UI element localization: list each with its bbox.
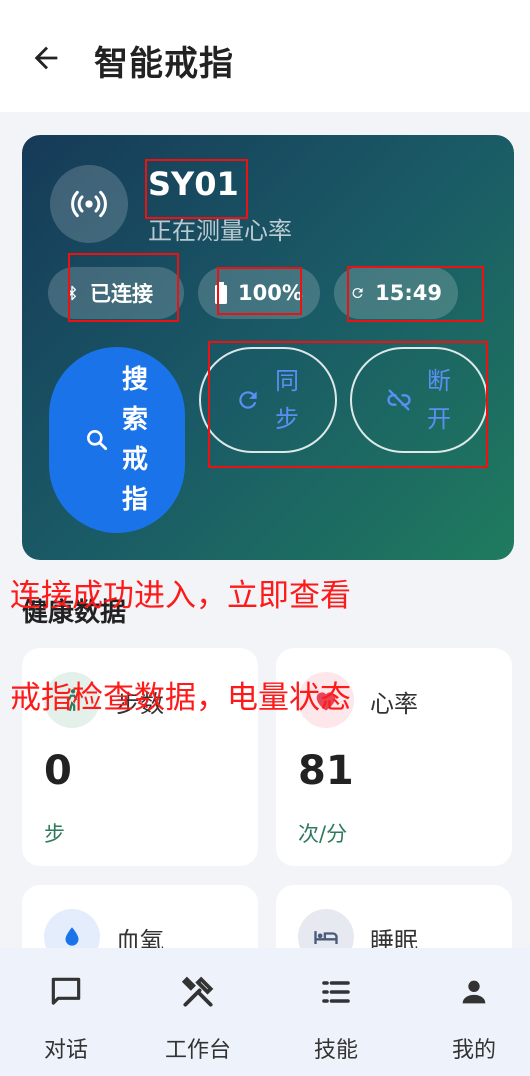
annotation-line-1: 连接成功进入，立即查看 [10,578,351,614]
nav-tab-chat[interactable]: 对话 [0,948,132,1076]
ring-signal-icon [50,165,128,243]
person-icon [454,972,494,1012]
nav-label-mine: 我的 [451,1038,496,1063]
list-icon [316,972,356,1012]
nav-tab-workbench[interactable]: 工作台 [132,948,264,1076]
app-bar: 智能戒指 [0,0,530,112]
heart-rate-label: 心率 [370,690,418,718]
search-ring-button[interactable]: 搜索戒指 [49,347,185,533]
annotation-box-actions [208,341,488,468]
search-icon [87,430,108,451]
back-arrow-icon[interactable] [26,38,66,78]
annotation-line-2: 戒指检查数据，电量状态 [10,680,351,716]
nav-label-skills: 技能 [313,1038,358,1063]
annotation-box-sync-time [347,266,484,322]
nav-tab-skills[interactable]: 技能 [270,948,402,1076]
annotation-box-battery [217,267,302,315]
page-title: 智能戒指 [94,44,234,84]
tools-icon [178,972,218,1012]
bottom-nav: 对话 工作台 技能 我的 [0,948,530,1076]
nav-tab-mine[interactable]: 我的 [408,948,530,1076]
steps-value: 0 [44,748,72,794]
search-ring-label: 搜索戒指 [121,365,148,515]
heart-rate-unit: 次/分 [298,822,348,846]
nav-label-workbench: 工作台 [164,1038,231,1063]
heart-rate-value: 81 [298,748,354,794]
annotation-box-connection [68,253,179,322]
nav-label-chat: 对话 [43,1038,88,1063]
steps-unit: 步 [44,822,65,846]
chat-bubble-icon [46,972,86,1012]
annotation-box-device-name [145,159,248,219]
